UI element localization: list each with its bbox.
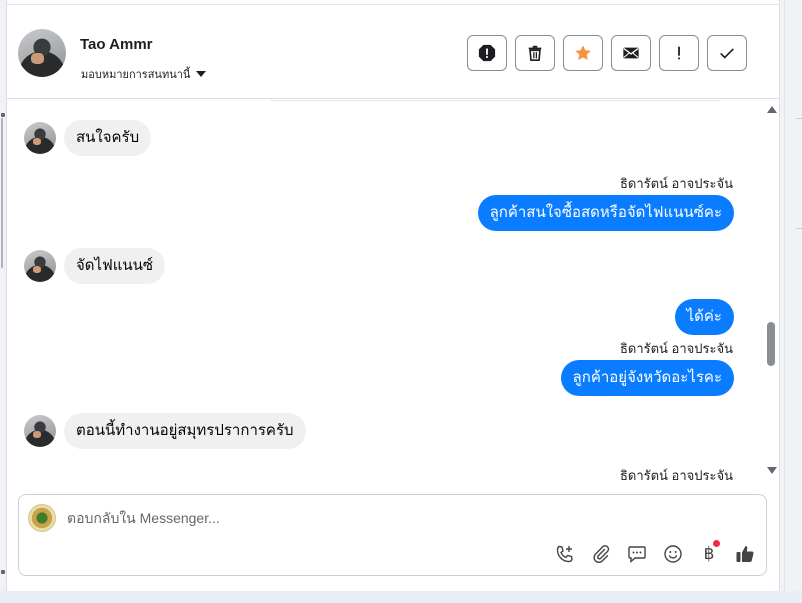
- header-actions: [467, 35, 747, 71]
- message-bubble[interactable]: จัดไฟแนนซ์: [64, 248, 166, 284]
- contact-avatar: [24, 250, 56, 282]
- attach-button[interactable]: [587, 541, 615, 567]
- star-icon: [575, 45, 591, 61]
- conversation-panel: Tao Ammr มอบหมายการสนทนานี้ สนใจครับ ธิด…: [7, 0, 780, 591]
- spam-button[interactable]: [659, 35, 699, 71]
- message-incoming: สนใจครับ: [24, 120, 152, 156]
- check-icon: [720, 48, 734, 59]
- trash-icon: [528, 45, 542, 62]
- divider: [270, 100, 720, 101]
- exclamation-icon: [678, 46, 680, 60]
- thread-scrollbar[interactable]: [764, 100, 778, 480]
- composer-tools: ฿: [551, 540, 759, 567]
- message-bubble[interactable]: สนใจครับ: [64, 120, 152, 156]
- done-button[interactable]: [707, 35, 747, 71]
- caret-down-icon: [196, 71, 207, 77]
- contact-avatar: [24, 415, 56, 447]
- baht-icon: ฿: [703, 544, 715, 564]
- saved-replies-button[interactable]: [623, 541, 651, 567]
- sender-name: ธิดารัตน์ อาจประจัน: [619, 341, 733, 356]
- chat-bubble-icon: [628, 546, 646, 564]
- call-button[interactable]: [551, 541, 579, 567]
- report-button[interactable]: [467, 35, 507, 71]
- scroll-thumb[interactable]: [767, 322, 775, 366]
- envelope-icon: [623, 47, 639, 59]
- sender-name: ธิดารัตน์ อาจประจัน: [619, 176, 733, 191]
- message-bubble[interactable]: ลูกค้าสนใจซื้อสดหรือจัดไฟแนนซ์คะ: [477, 195, 734, 231]
- emoji-button[interactable]: [659, 541, 687, 567]
- assign-label: มอบหมายการสนทนานี้: [81, 69, 191, 81]
- like-button[interactable]: [731, 541, 759, 567]
- assign-conversation-dropdown[interactable]: มอบหมายการสนทนานี้: [81, 65, 207, 83]
- message-thread[interactable]: สนใจครับ ธิดารัตน์ อาจประจัน ลูกค้าสนใจซ…: [7, 100, 780, 486]
- paperclip-icon: [593, 545, 610, 563]
- message-bubble[interactable]: ได้ค่ะ: [674, 299, 734, 335]
- payment-button[interactable]: ฿: [695, 540, 723, 567]
- contact-name[interactable]: Tao Ammr: [80, 36, 153, 53]
- message-incoming: จัดไฟแนนซ์: [24, 248, 166, 284]
- contact-avatar: [24, 122, 56, 154]
- right-panel-edge: [780, 0, 802, 603]
- conversation-header: Tao Ammr มอบหมายการสนทนานี้: [7, 4, 780, 99]
- notification-dot: [713, 540, 720, 547]
- delete-button[interactable]: [515, 35, 555, 71]
- alert-circle-icon: [478, 44, 496, 62]
- phone-add-icon: [556, 545, 573, 563]
- sender-name: ธิดารัตน์ อาจประจัน: [619, 468, 733, 483]
- left-panel-edge: [0, 0, 7, 603]
- message-bubble[interactable]: ลูกค้าอยู่จังหวัดอะไรคะ: [560, 360, 734, 396]
- contact-avatar[interactable]: [18, 29, 66, 77]
- message-bubble[interactable]: ตอนนี้ทำงานอยู่สมุทรปราการครับ: [64, 413, 306, 449]
- page-avatar: [28, 504, 56, 532]
- left-scrollbar[interactable]: [1, 118, 3, 268]
- thumbs-up-icon: [736, 546, 754, 563]
- smiley-icon: [664, 545, 682, 563]
- message-composer: ฿: [18, 494, 767, 576]
- reply-input[interactable]: [67, 507, 627, 529]
- scroll-down-arrow-icon[interactable]: [767, 467, 777, 474]
- bottom-edge: [0, 591, 802, 603]
- star-button[interactable]: [563, 35, 603, 71]
- message-incoming: ตอนนี้ทำงานอยู่สมุทรปราการครับ: [24, 413, 306, 449]
- mark-unread-button[interactable]: [611, 35, 651, 71]
- scroll-up-arrow-icon[interactable]: [767, 106, 777, 113]
